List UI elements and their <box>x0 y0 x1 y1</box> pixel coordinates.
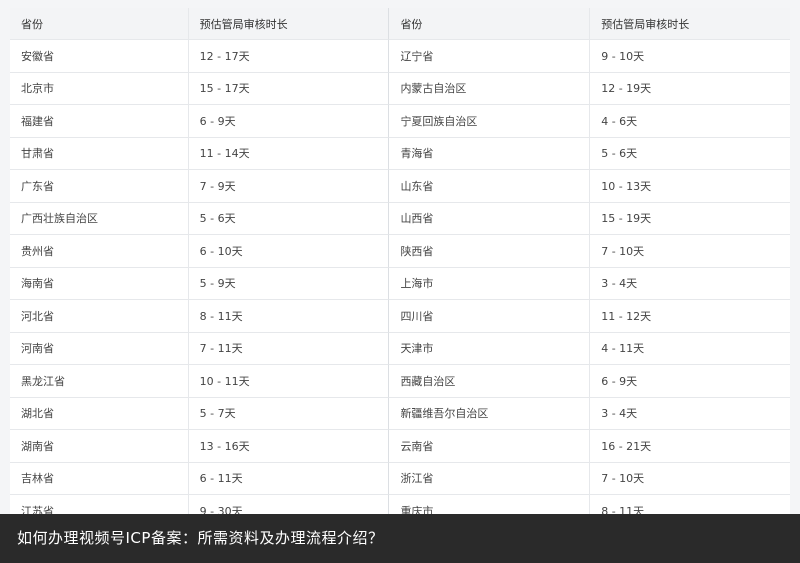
cell-duration-right: 4 - 6天 <box>589 105 790 138</box>
cell-duration-right: 3 - 4天 <box>589 267 790 300</box>
cell-duration-left: 5 - 9天 <box>187 267 389 300</box>
cell-province-right: 陕西省 <box>388 235 590 268</box>
cell-duration-left: 8 - 11天 <box>187 300 389 333</box>
cell-duration-right: 15 - 19天 <box>589 202 790 235</box>
cell-duration-left: 6 - 10天 <box>187 235 389 268</box>
table-row: 北京市 15 - 17天 内蒙古自治区 12 - 19天 <box>10 72 790 105</box>
cell-province-right: 辽宁省 <box>388 40 590 73</box>
cell-province-right: 云南省 <box>388 430 590 463</box>
cell-duration-right: 7 - 10天 <box>589 235 790 268</box>
cell-duration-left: 11 - 14天 <box>187 137 389 170</box>
table-row: 江苏省 9 - 30天 重庆市 8 - 11天 <box>10 495 790 514</box>
cell-province-right: 浙江省 <box>388 462 590 495</box>
cell-province-left: 湖北省 <box>10 398 188 430</box>
table-row: 广东省 7 - 9天 山东省 10 - 13天 <box>10 170 790 203</box>
table-screenshot: 省份 预估管局审核时长 省份 预估管局审核时长 安徽省 12 - 17天 辽宁省 9 … <box>0 0 800 514</box>
table-row: 河北省 8 - 11天 四川省 11 - 12天 <box>10 300 790 333</box>
cell-province-left: 广东省 <box>10 170 188 203</box>
cell-province-right: 天津市 <box>388 332 590 365</box>
cell-duration-left: 6 - 11天 <box>187 462 389 495</box>
cell-province-left: 吉林省 <box>10 463 188 495</box>
cell-province-right: 青海省 <box>388 137 590 170</box>
cell-duration-right: 8 - 11天 <box>589 495 790 514</box>
cell-province-left: 广西壮族自治区 <box>10 203 188 235</box>
cell-duration-right: 7 - 10天 <box>589 462 790 495</box>
review-time-table: 省份 预估管局审核时长 省份 预估管局审核时长 安徽省 12 - 17天 辽宁省 9 … <box>10 8 790 514</box>
header-province-right: 省份 <box>388 8 590 40</box>
table-row: 安徽省 12 - 17天 辽宁省 9 - 10天 <box>10 40 790 73</box>
cell-province-right: 四川省 <box>388 300 590 333</box>
cell-province-left: 安徽省 <box>10 40 188 73</box>
header-duration-left: 预估管局审核时长 <box>187 8 389 40</box>
cell-duration-left: 5 - 7天 <box>187 397 389 430</box>
table-row: 甘肃省 11 - 14天 青海省 5 - 6天 <box>10 137 790 170</box>
table-header-row: 省份 预估管局审核时长 省份 预估管局审核时长 <box>10 8 790 40</box>
cell-province-right: 山东省 <box>388 170 590 203</box>
header-province-left: 省份 <box>10 8 188 40</box>
table-row: 湖南省 13 - 16天 云南省 16 - 21天 <box>10 430 790 463</box>
cell-duration-left: 9 - 30天 <box>187 495 389 514</box>
table-row: 河南省 7 - 11天 天津市 4 - 11天 <box>10 332 790 365</box>
cell-duration-right: 3 - 4天 <box>589 397 790 430</box>
table-row: 福建省 6 - 9天 宁夏回族自治区 4 - 6天 <box>10 105 790 138</box>
cell-duration-right: 12 - 19天 <box>589 72 790 105</box>
cell-province-left: 北京市 <box>10 73 188 105</box>
table-row: 黑龙江省 10 - 11天 西藏自治区 6 - 9天 <box>10 365 790 398</box>
cell-province-left: 黑龙江省 <box>10 365 188 398</box>
cell-province-right: 山西省 <box>388 202 590 235</box>
cell-duration-left: 6 - 9天 <box>187 105 389 138</box>
cell-province-left: 福建省 <box>10 105 188 138</box>
cell-province-right: 新疆维吾尔自治区 <box>388 397 590 430</box>
cell-duration-left: 5 - 6天 <box>187 202 389 235</box>
cell-duration-left: 15 - 17天 <box>187 72 389 105</box>
cell-province-right: 内蒙古自治区 <box>388 72 590 105</box>
cell-province-left: 河南省 <box>10 333 188 365</box>
cell-province-left: 河北省 <box>10 300 188 333</box>
cell-duration-right: 11 - 12天 <box>589 300 790 333</box>
cell-province-left: 湖南省 <box>10 430 188 463</box>
cell-province-left: 海南省 <box>10 268 188 300</box>
cell-duration-left: 10 - 11天 <box>187 365 389 398</box>
cell-duration-right: 6 - 9天 <box>589 365 790 398</box>
cell-province-right: 宁夏回族自治区 <box>388 105 590 138</box>
cell-duration-left: 7 - 11天 <box>187 332 389 365</box>
cell-province-left: 甘肃省 <box>10 138 188 170</box>
table-row: 广西壮族自治区 5 - 6天 山西省 15 - 19天 <box>10 202 790 235</box>
article-title-caption: 如何办理视频号ICP备案：所需资料及办理流程介绍？ <box>0 514 800 563</box>
cell-province-left: 江苏省 <box>10 495 188 514</box>
cell-duration-right: 16 - 21天 <box>589 430 790 463</box>
cell-duration-right: 9 - 10天 <box>589 40 790 73</box>
cell-duration-left: 7 - 9天 <box>187 170 389 203</box>
cell-duration-right: 4 - 11天 <box>589 332 790 365</box>
table-row: 海南省 5 - 9天 上海市 3 - 4天 <box>10 267 790 300</box>
cell-province-right: 上海市 <box>388 267 590 300</box>
cell-province-left: 贵州省 <box>10 235 188 268</box>
table-row: 湖北省 5 - 7天 新疆维吾尔自治区 3 - 4天 <box>10 397 790 430</box>
cell-province-right: 西藏自治区 <box>388 365 590 398</box>
cell-duration-left: 13 - 16天 <box>187 430 389 463</box>
table-row: 吉林省 6 - 11天 浙江省 7 - 10天 <box>10 462 790 495</box>
table-row: 贵州省 6 - 10天 陕西省 7 - 10天 <box>10 235 790 268</box>
cell-duration-right: 5 - 6天 <box>589 137 790 170</box>
cell-duration-left: 12 - 17天 <box>187 40 389 73</box>
header-duration-right: 预估管局审核时长 <box>589 8 790 40</box>
cell-province-right: 重庆市 <box>388 495 589 514</box>
cell-duration-right: 10 - 13天 <box>589 170 790 203</box>
